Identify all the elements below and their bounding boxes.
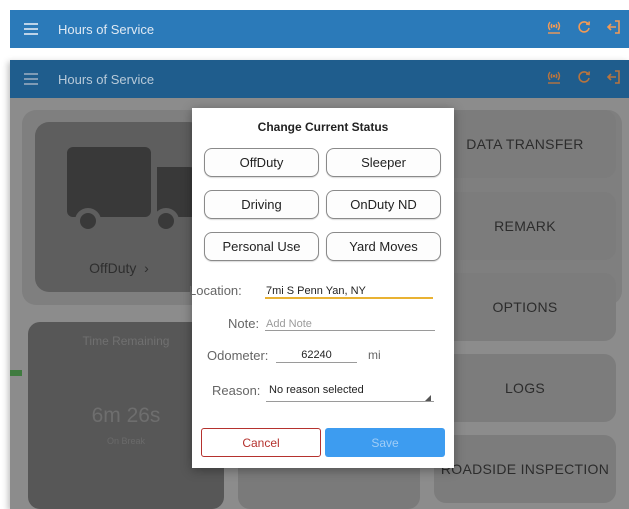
remark-button[interactable]: REMARK	[434, 192, 616, 260]
screen: Hours of Service Hours of Service OffDut…	[0, 0, 629, 509]
back-app-header: Hours of Service	[10, 10, 629, 48]
menu-icon[interactable]	[24, 73, 38, 85]
odometer-input[interactable]: 62240	[276, 349, 357, 361]
header-actions	[539, 60, 629, 98]
logout-icon[interactable]	[599, 69, 629, 89]
chevron-right-icon: ›	[144, 260, 149, 276]
connection-icon[interactable]	[539, 69, 569, 89]
location-label: Location:	[189, 283, 242, 298]
truck-wheel	[153, 208, 179, 234]
app-title: Hours of Service	[58, 71, 155, 87]
odometer-unit: mi	[368, 348, 381, 362]
logout-icon[interactable]	[599, 19, 629, 39]
odometer-label: Odometer:	[207, 348, 269, 363]
connection-icon[interactable]	[539, 19, 569, 39]
logs-button[interactable]: LOGS	[434, 354, 616, 422]
location-underline	[265, 297, 433, 299]
data-transfer-button[interactable]: DATA TRANSFER	[434, 110, 616, 178]
options-button[interactable]: OPTIONS	[434, 273, 616, 341]
reason-underline	[266, 401, 434, 402]
truck-icon	[67, 147, 151, 217]
refresh-icon[interactable]	[569, 69, 599, 89]
refresh-icon[interactable]	[569, 19, 599, 39]
yard-moves-option-button[interactable]: Yard Moves	[326, 232, 441, 261]
edge-marker	[10, 370, 22, 376]
roadside-inspection-button[interactable]: ROADSIDE INSPECTION	[434, 435, 616, 503]
cancel-button[interactable]: Cancel	[201, 428, 321, 457]
sleeper-option-button[interactable]: Sleeper	[326, 148, 441, 177]
note-label: Note:	[228, 316, 260, 331]
dialog-title: Change Current Status	[257, 120, 389, 134]
dropdown-arrow-icon[interactable]	[425, 395, 431, 401]
personal-use-option-button[interactable]: Personal Use	[204, 232, 319, 261]
header-actions	[539, 10, 629, 48]
current-status-card[interactable]: OffDuty ›	[35, 122, 203, 292]
reason-label: Reason:	[212, 383, 261, 398]
note-underline	[265, 330, 435, 331]
offduty-option-button[interactable]: OffDuty	[204, 148, 319, 177]
onduty-nd-option-button[interactable]: OnDuty ND	[326, 190, 441, 219]
reason-select[interactable]: No reason selected	[269, 384, 364, 396]
current-status-label: OffDuty ›	[89, 260, 149, 276]
location-input[interactable]: 7mi S Penn Yan, NY	[266, 285, 366, 297]
save-button[interactable]: Save	[325, 428, 445, 457]
driving-option-button[interactable]: Driving	[204, 190, 319, 219]
truck-wheel	[75, 208, 101, 234]
odometer-underline	[276, 362, 357, 363]
change-status-dialog: Change Current Status OffDuty Sleeper Dr…	[189, 108, 454, 468]
menu-icon[interactable]	[24, 23, 38, 35]
note-input[interactable]: Add Note	[266, 318, 312, 330]
app-header: Hours of Service	[10, 60, 629, 98]
app-title: Hours of Service	[58, 21, 155, 37]
